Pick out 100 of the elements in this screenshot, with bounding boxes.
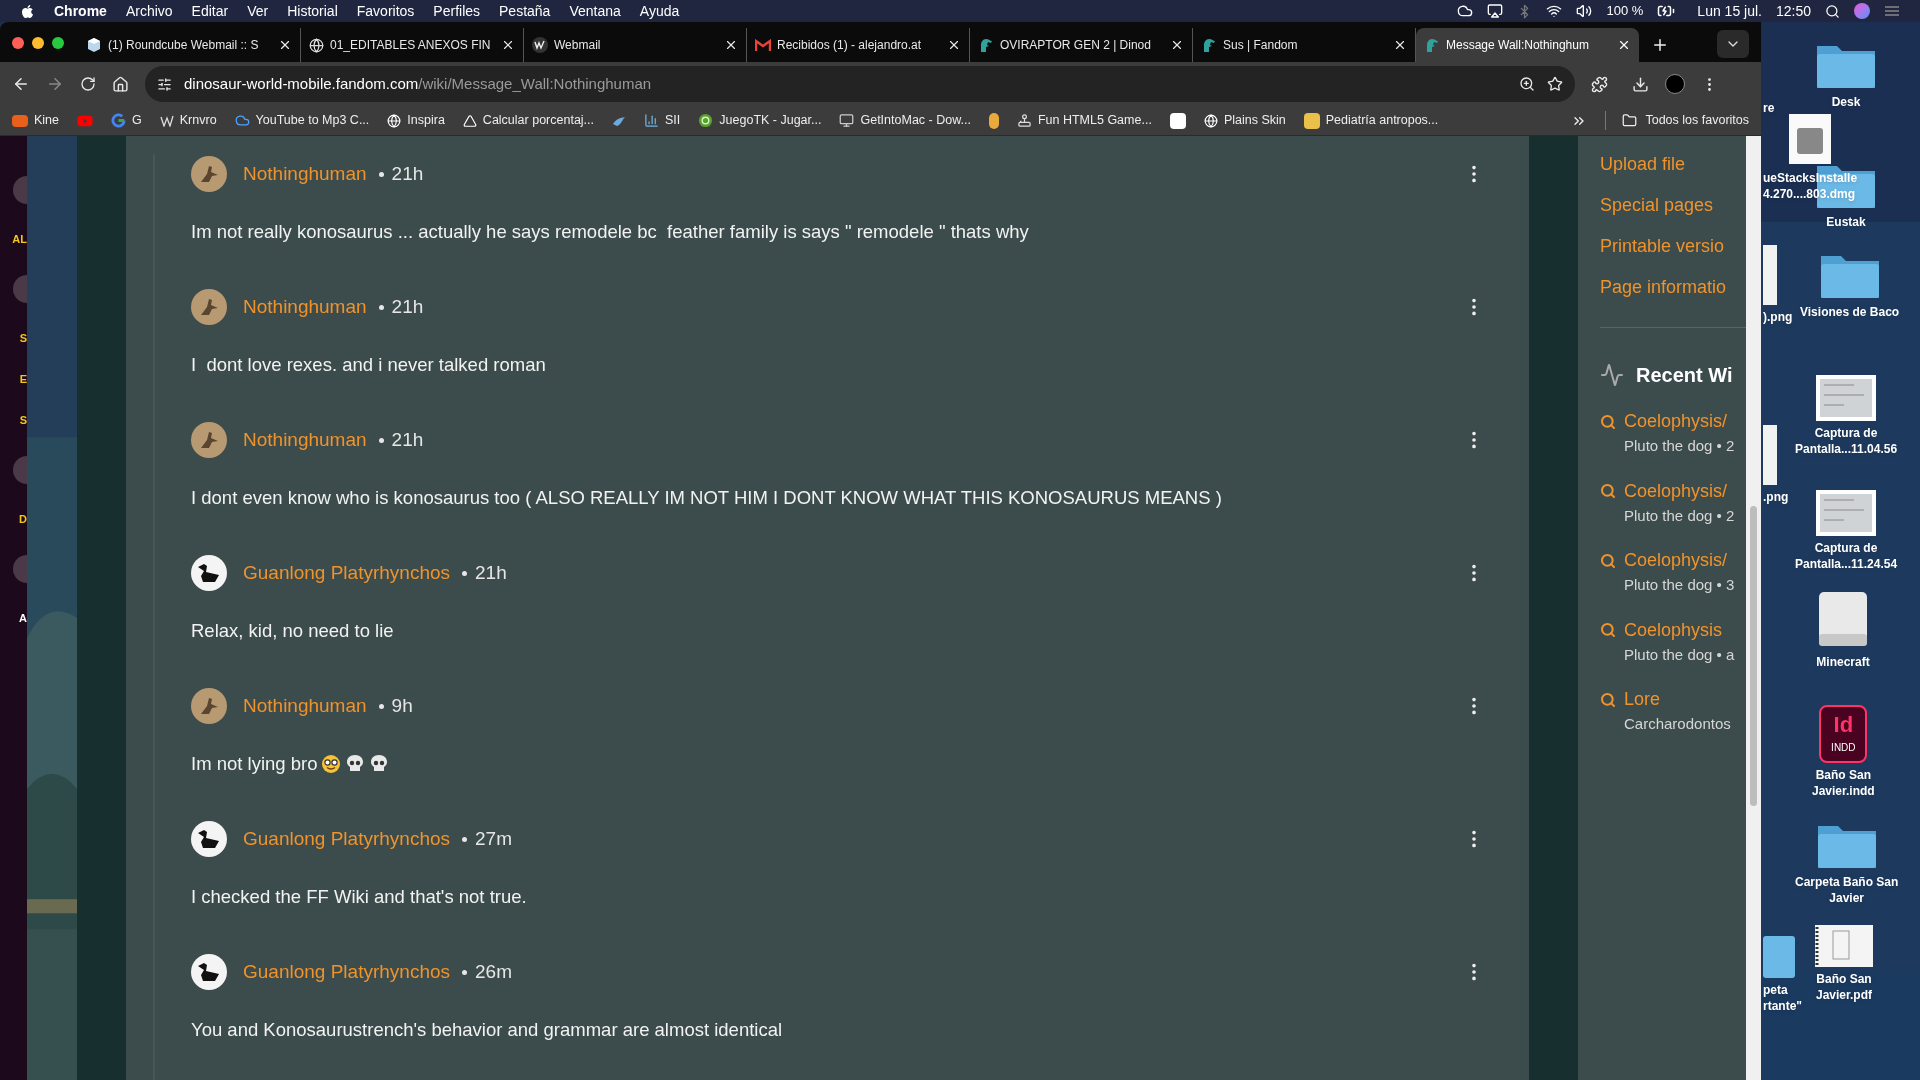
file-label[interactable]: Baño San Javier.indd <box>1812 767 1875 799</box>
bookmark[interactable]: Fun HTML5 Game... <box>1016 111 1152 130</box>
sidebar-label[interactable]: E <box>19 374 27 385</box>
tool-link[interactable]: Page informatio <box>1600 275 1746 299</box>
menu-item[interactable]: Historial <box>287 0 338 22</box>
tool-link[interactable]: Special pages <box>1600 193 1746 217</box>
close-window-button[interactable] <box>12 37 24 49</box>
author-name[interactable]: Guanlong Platyrhynchos <box>243 824 450 854</box>
bookmark[interactable]: Krnvro <box>159 111 217 130</box>
tool-link[interactable]: Printable versio <box>1600 234 1746 258</box>
sidebar-label[interactable]: A <box>19 613 27 624</box>
file-label[interactable]: peta rtante" <box>1763 982 1803 1014</box>
close-tab-icon[interactable] <box>724 38 738 52</box>
menu-item[interactable]: Favoritos <box>356 0 415 22</box>
author-name[interactable]: Nothinghuman <box>243 159 367 189</box>
profile-avatar[interactable] <box>1665 74 1685 94</box>
minimize-window-button[interactable] <box>32 37 44 49</box>
bookmark[interactable] <box>1169 112 1186 129</box>
browser-tab[interactable]: Recibidos (1) - alejandro.at <box>747 28 970 62</box>
file-label[interactable]: Captura de Pantalla...11.04.56 <box>1795 425 1898 457</box>
bookmark[interactable]: Inspira <box>387 111 445 130</box>
volume-icon[interactable] <box>1576 3 1593 19</box>
file-label[interactable]: Eustak <box>1826 214 1866 230</box>
bookmark[interactable]: Calcular porcentaj... <box>462 111 595 130</box>
menu-item[interactable]: Ayuda <box>639 0 680 22</box>
file-label[interactable]: Carpeta Baño San Javier <box>1795 874 1899 906</box>
site-info-icon[interactable] <box>157 76 172 92</box>
author-name[interactable]: Nothinghuman <box>243 292 367 322</box>
siri-icon[interactable] <box>1854 3 1870 19</box>
menu-item[interactable]: Pestaña <box>499 0 551 22</box>
zoom-window-button[interactable] <box>52 37 64 49</box>
menu-item[interactable]: Ver <box>247 0 269 22</box>
close-tab-icon[interactable] <box>1170 38 1184 52</box>
author-name[interactable]: Guanlong Platyrhynchos <box>243 558 450 588</box>
author-name[interactable]: Guanlong Platyrhynchos <box>243 957 450 987</box>
tool-link[interactable]: Upload file <box>1600 152 1746 176</box>
recent-page-link[interactable]: Coelophysis/ <box>1624 408 1728 435</box>
bookmark[interactable]: GetIntoMac - Dow... <box>839 111 971 130</box>
file-label[interactable]: Visiones de Baco <box>1800 304 1900 320</box>
apple-logo-icon[interactable] <box>20 3 35 19</box>
file-label[interactable]: ).png <box>1763 309 1793 325</box>
browser-tab[interactable]: 01_EDITABLES ANEXOS FIN <box>301 28 524 62</box>
bookmark-star-icon[interactable] <box>1547 76 1563 92</box>
cloud-icon[interactable] <box>1457 3 1474 19</box>
recent-page-link[interactable]: Coelophysis/ <box>1624 477 1728 505</box>
sidebar-label[interactable]: S <box>19 333 27 344</box>
address-bar[interactable]: dinosaur-world-mobile.fandom.com/wiki/Message_Wall:Nothinghuman <box>145 66 1575 102</box>
forward-icon[interactable] <box>46 75 64 93</box>
menu-item[interactable]: Editar <box>191 0 229 22</box>
recent-page-link[interactable]: Coelophysis/ <box>1624 547 1728 574</box>
bookmark[interactable]: Plains Skin <box>1203 111 1286 130</box>
bookmark[interactable]: SII <box>644 111 681 130</box>
menu-item[interactable]: Chrome <box>54 0 107 22</box>
extensions-icon[interactable] <box>1591 75 1608 93</box>
bookmark[interactable]: Pediatría antropos... <box>1303 111 1439 130</box>
home-icon[interactable] <box>112 75 129 93</box>
close-tab-icon[interactable] <box>501 38 515 52</box>
sidebar-label[interactable]: AL <box>12 234 27 245</box>
screen-mirror-icon[interactable] <box>1487 3 1504 19</box>
browser-tab[interactable]: (1) Roundcube Webmail :: S <box>78 28 301 62</box>
back-icon[interactable] <box>12 75 30 93</box>
file-label[interactable]: re <box>1763 100 1775 116</box>
all-bookmarks-link[interactable]: Todos los favoritos <box>1645 111 1749 130</box>
scrollbar[interactable] <box>1746 136 1761 1080</box>
author-name[interactable]: Nothinghuman <box>243 691 367 721</box>
file-label[interactable]: Captura de Pantalla...11.24.54 <box>1795 540 1898 572</box>
sidebar-label[interactable]: D <box>19 514 27 525</box>
close-tab-icon[interactable] <box>1617 38 1631 52</box>
menu-time[interactable]: 12:50 <box>1775 0 1811 22</box>
reload-icon[interactable] <box>80 76 96 92</box>
close-tab-icon[interactable] <box>947 38 961 52</box>
file-label[interactable]: Baño San Javier.pdf <box>1816 971 1872 1003</box>
close-tab-icon[interactable] <box>278 38 292 52</box>
search-icon[interactable] <box>1825 3 1840 19</box>
tab-search-button[interactable] <box>1717 30 1749 58</box>
browser-tab[interactable]: OVIRAPTOR GEN 2 | Dinod <box>970 28 1193 62</box>
new-tab-icon[interactable] <box>1651 36 1669 54</box>
control-center-icon[interactable] <box>1884 5 1900 17</box>
zoom-icon[interactable] <box>1519 76 1535 92</box>
menu-item[interactable]: Archivo <box>125 0 173 22</box>
menu-item[interactable]: Ventana <box>569 0 621 22</box>
file-label[interactable]: Minecraft <box>1816 654 1870 670</box>
wifi-icon[interactable] <box>1546 3 1563 19</box>
menu-date[interactable]: Lun 15 jul. <box>1697 0 1762 22</box>
sidebar-label[interactable]: S <box>19 415 27 426</box>
close-tab-icon[interactable] <box>1393 38 1407 52</box>
recent-page-link[interactable]: Lore <box>1624 686 1661 713</box>
menu-item[interactable]: Perfiles <box>433 0 481 22</box>
bookmark[interactable]: G <box>111 111 142 130</box>
download-icon[interactable] <box>1632 75 1649 93</box>
bookmark[interactable] <box>612 114 627 127</box>
browser-tab[interactable]: Webmail <box>524 28 747 62</box>
recent-page-link[interactable]: Coelophysis <box>1624 616 1723 644</box>
file-label[interactable]: .png <box>1763 489 1789 505</box>
author-name[interactable]: Nothinghuman <box>243 425 367 455</box>
bookmark[interactable]: YouTube to Mp3 C... <box>234 111 370 130</box>
bookmark[interactable] <box>988 112 999 129</box>
bookmark[interactable]: Kine <box>12 111 60 130</box>
bookmark[interactable]: JuegoTK - Jugar... <box>698 111 822 130</box>
browser-tab[interactable]: Message Wall:Nothinghum <box>1416 28 1639 62</box>
